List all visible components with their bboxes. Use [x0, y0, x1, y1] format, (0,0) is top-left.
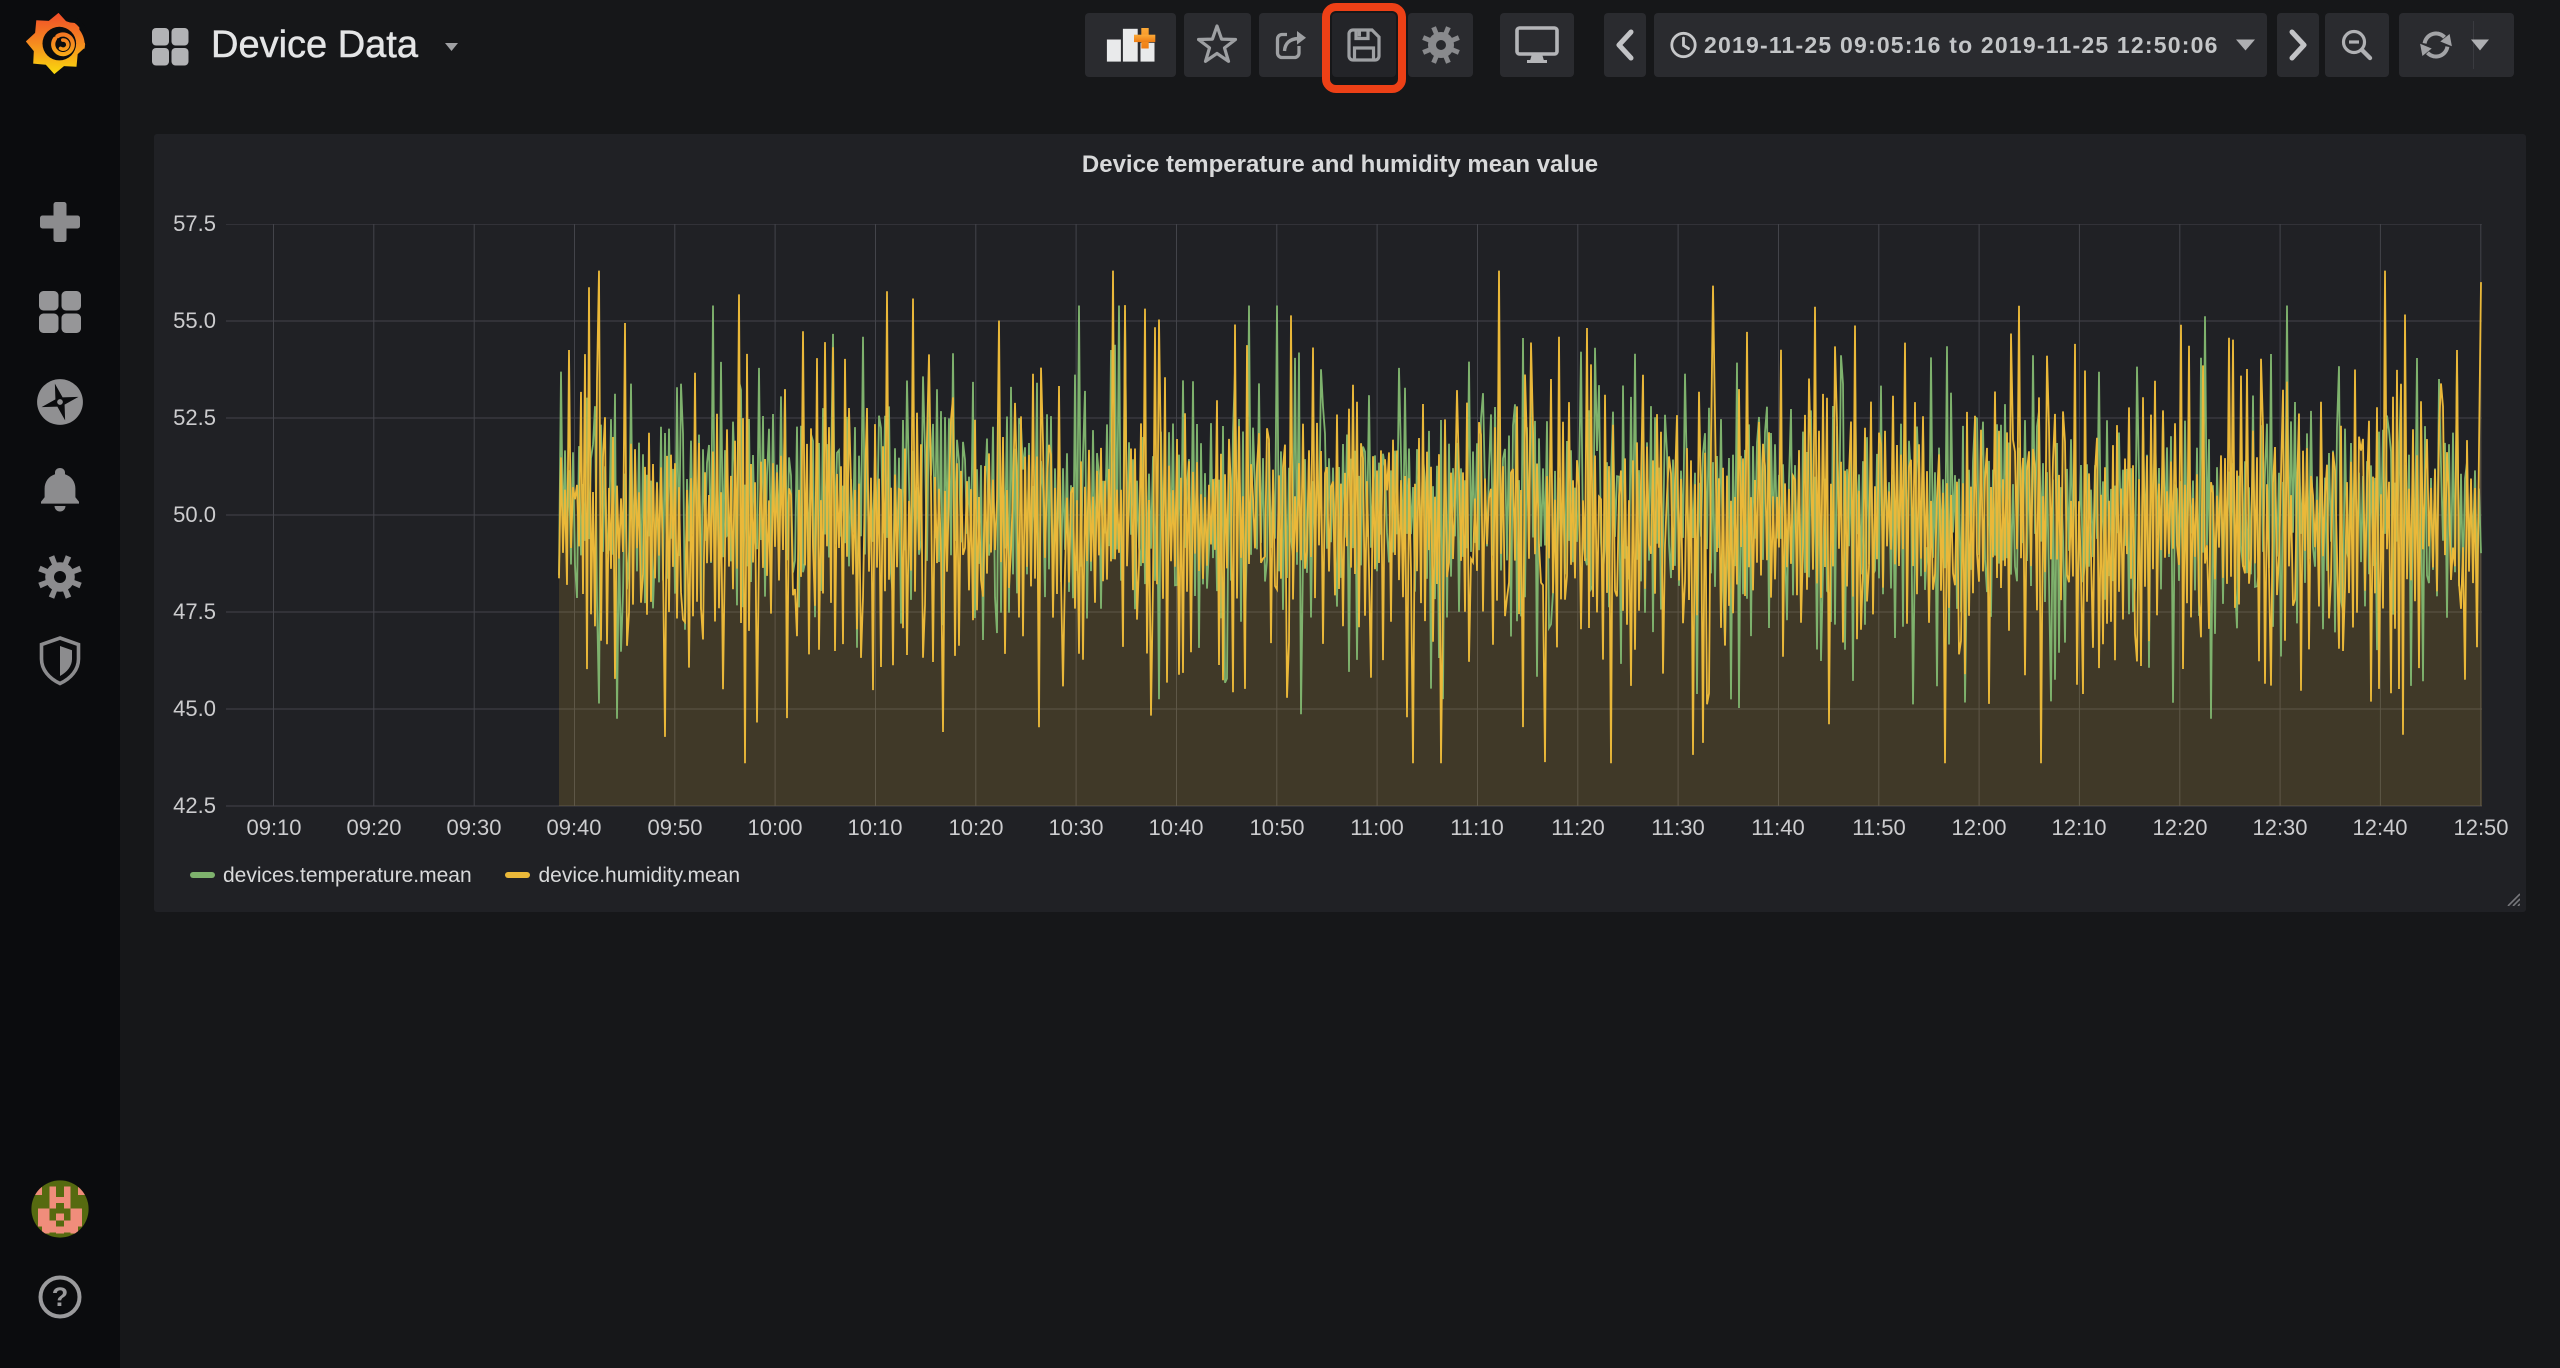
- svg-text:?: ?: [52, 1282, 69, 1312]
